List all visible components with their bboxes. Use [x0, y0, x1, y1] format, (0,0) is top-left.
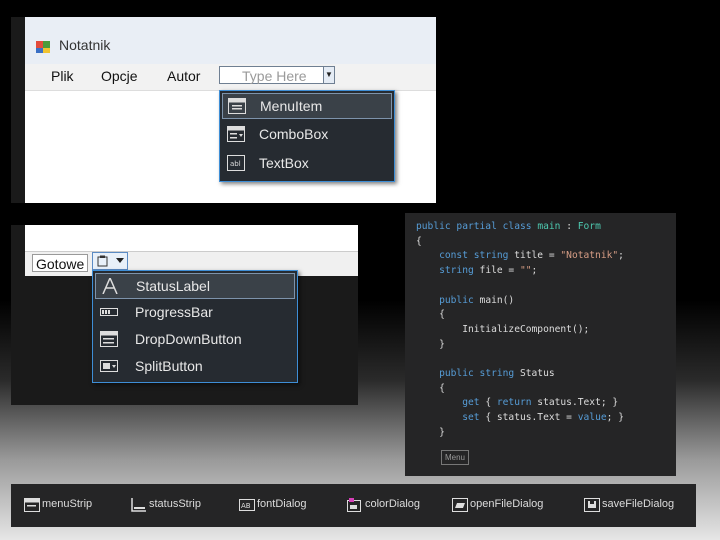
menustrip-icon: [24, 498, 40, 512]
type-here-box[interactable]: Type Here: [219, 66, 331, 84]
component-label: colorDialog: [365, 498, 421, 510]
svg-text:abl: abl: [230, 160, 241, 168]
status-label: Gotowe: [32, 254, 88, 272]
code-line: }: [416, 426, 445, 438]
code-line: {: [416, 309, 445, 321]
dropdown-item-label: TextBox: [259, 155, 309, 171]
dropdown-item-dropdownbutton[interactable]: DropDownButton: [95, 327, 295, 353]
chevron-down-icon: [116, 258, 124, 263]
status-label-icon: [102, 278, 118, 294]
fontdialog-icon: AB: [239, 499, 255, 511]
component-tray: menuStrip statusStrip AB fontDialog colo…: [11, 484, 696, 527]
notatnik-window: Notatnik Plik Opcje Autor Type Here ▼ Me…: [11, 17, 436, 203]
dropdown-item-label: ComboBox: [259, 126, 329, 142]
colordialog-icon: [347, 498, 361, 512]
dropdown-item-label: DropDownButton: [135, 331, 242, 347]
status-item-icon: [97, 255, 108, 267]
app-icon: [36, 41, 50, 53]
progressbar-icon: [100, 308, 118, 316]
menu-item-icon: [228, 98, 246, 114]
component-label: menuStrip: [42, 498, 93, 510]
code-line: public main(): [439, 294, 515, 306]
dropdown-item-label: MenuItem: [260, 98, 323, 114]
add-status-item-button[interactable]: [92, 252, 128, 270]
code-line: public string Status: [439, 368, 555, 380]
svg-text:AB: AB: [241, 502, 251, 510]
dropdown-item-progressbar[interactable]: ProgressBar: [95, 300, 295, 326]
code-line: public partial class main : Form: [416, 221, 601, 232]
code-line: {: [416, 235, 422, 247]
menu-opcje[interactable]: Opcje: [101, 68, 138, 84]
component-label: saveFileDialog: [602, 498, 675, 510]
component-label: statusStrip: [149, 498, 201, 510]
code-line: {: [416, 382, 445, 394]
savefiledialog-icon: [584, 498, 600, 512]
textbox-icon: abl: [227, 155, 245, 171]
dropdown-item-statuslabel[interactable]: StatusLabel: [95, 273, 295, 299]
status-item-dropdown: StatusLabel ProgressBar DropDownButton S…: [92, 270, 298, 383]
dropdown-button-icon: [100, 331, 118, 347]
dropdown-item-combobox[interactable]: ComboBox: [222, 122, 392, 148]
component-label: fontDialog: [257, 498, 307, 510]
dropdown-item-splitbutton[interactable]: SplitButton: [95, 354, 295, 380]
dropdown-item-textbox[interactable]: abl TextBox: [222, 151, 392, 177]
statusstrip-icon: [131, 498, 146, 512]
menu-autor[interactable]: Autor: [167, 68, 200, 84]
code-listing: public partial class main : Form { const…: [416, 220, 624, 441]
statusstrip-window: Gotowe StatusLabel ProgressBar DropDownB…: [11, 225, 358, 405]
combobox-icon: [227, 126, 245, 142]
code-line: set { status.Text = value; }: [462, 412, 624, 424]
component-label: openFileDialog: [470, 498, 544, 510]
code-line: string file = "";: [439, 265, 538, 277]
window-title: Notatnik: [59, 37, 111, 53]
code-line: get { return status.Text; }: [462, 397, 619, 409]
split-button-icon: [100, 360, 118, 372]
code-line: }: [416, 338, 445, 350]
menu-plik[interactable]: Plik: [51, 68, 74, 84]
add-item-dropdown: MenuItem ComboBox abl TextBox: [219, 90, 395, 182]
menu-tag[interactable]: Menu: [441, 450, 469, 465]
dropdown-item-label: SplitButton: [135, 358, 203, 374]
text-area[interactable]: [25, 225, 358, 251]
dropdown-item-menuitem[interactable]: MenuItem: [222, 93, 392, 119]
code-line: InitializeComponent();: [416, 323, 590, 335]
dropdown-item-label: ProgressBar: [135, 304, 213, 320]
dropdown-item-label: StatusLabel: [136, 278, 210, 294]
openfiledialog-icon: [452, 498, 468, 512]
type-here-dropdown-button[interactable]: ▼: [323, 66, 335, 84]
code-editor[interactable]: public partial class main : Form { const…: [405, 213, 676, 476]
code-line: const string title = "Notatnik";: [439, 250, 624, 262]
